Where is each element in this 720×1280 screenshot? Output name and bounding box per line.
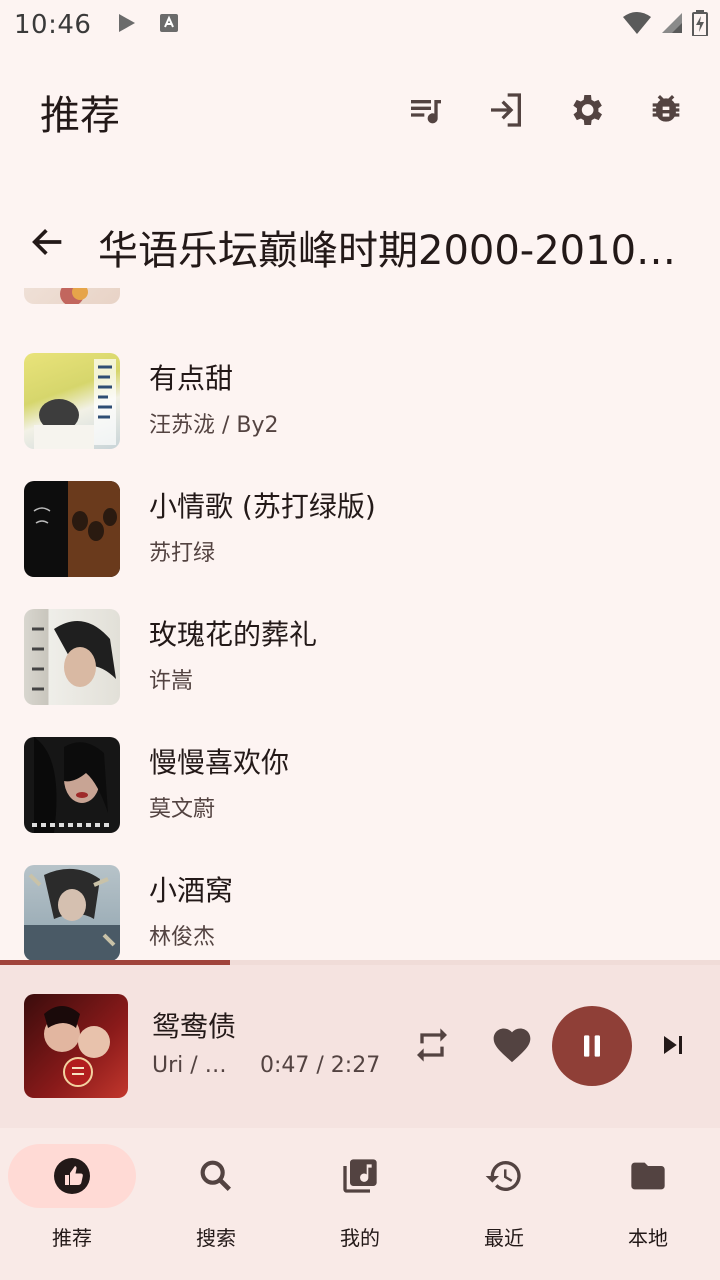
song-artist: 林俊杰 <box>149 925 216 950</box>
nav-item-search[interactable]: 搜索 <box>152 1144 280 1264</box>
song-cover <box>24 865 120 960</box>
bottom-navigation: 推荐 搜索 我的 最近 本地 <box>0 1128 720 1280</box>
now-playing-artist: Uri / … <box>152 1053 227 1078</box>
song-artist: 苏打绿 <box>149 541 216 566</box>
song-cover <box>24 609 120 705</box>
app-bar: 推荐 <box>0 70 720 154</box>
now-playing-title: 鸳鸯债 <box>152 1010 237 1043</box>
song-title: 玫瑰花的葬礼 <box>149 618 318 651</box>
list-item[interactable]: 小酒窝 林俊杰 <box>0 865 720 960</box>
song-cover <box>24 353 120 449</box>
playlist-title: 华语乐坛巅峰时期2000-2010年代华语金曲 <box>98 228 688 274</box>
song-list[interactable]: 有点甜 汪苏泷 / By2 小情歌 (苏打绿版) 苏打绿 玫瑰花的葬礼 许嵩 慢… <box>0 288 720 960</box>
wifi-icon <box>622 11 652 39</box>
nav-label: 搜索 <box>196 1226 236 1250</box>
song-cover <box>24 481 120 577</box>
song-cover <box>24 288 120 304</box>
repeat-icon[interactable] <box>412 1025 452 1065</box>
song-artist: 莫文蔚 <box>149 797 216 822</box>
cell-signal-icon <box>660 11 684 39</box>
play-store-notification-icon <box>117 12 137 38</box>
settings-icon[interactable] <box>566 90 606 130</box>
login-icon[interactable] <box>486 90 526 130</box>
nav-label: 推荐 <box>52 1226 92 1250</box>
bug-icon[interactable] <box>646 90 686 130</box>
song-title: 慢慢喜欢你 <box>149 746 290 779</box>
now-playing-time: 0:47 / 2:27 <box>260 1053 381 1078</box>
song-artist: 汪苏泷 / By2 <box>149 413 279 438</box>
song-cover <box>24 737 120 833</box>
now-playing-cover <box>24 994 128 1098</box>
pause-button[interactable] <box>552 1006 632 1086</box>
history-icon <box>485 1161 521 1191</box>
favorite-icon[interactable] <box>490 1023 534 1067</box>
nav-item-recommend[interactable]: 推荐 <box>8 1144 136 1264</box>
list-item[interactable] <box>0 288 720 336</box>
song-title: 有点甜 <box>149 362 234 395</box>
back-arrow-icon[interactable] <box>28 222 68 262</box>
song-title: 小酒窝 <box>149 874 234 907</box>
battery-icon <box>692 10 708 40</box>
nav-label: 最近 <box>484 1226 524 1250</box>
list-item[interactable]: 小情歌 (苏打绿版) 苏打绿 <box>0 481 720 609</box>
nav-item-local[interactable]: 本地 <box>584 1144 712 1264</box>
list-item[interactable]: 玫瑰花的葬礼 许嵩 <box>0 609 720 737</box>
queue-music-icon[interactable] <box>406 90 446 130</box>
thumb-up-icon <box>54 1158 90 1194</box>
library-music-icon <box>343 1159 377 1193</box>
song-title: 小情歌 (苏打绿版) <box>149 490 376 523</box>
nav-item-recent[interactable]: 最近 <box>440 1144 568 1264</box>
page-title: 推荐 <box>40 93 120 139</box>
playlist-header: 华语乐坛巅峰时期2000-2010年代华语金曲 <box>0 210 720 274</box>
nav-item-mine[interactable]: 我的 <box>296 1144 424 1264</box>
nav-label: 本地 <box>628 1226 668 1250</box>
status-bar: 10:46 <box>0 0 720 50</box>
mini-player[interactable]: 鸳鸯债 Uri / … 0:47 / 2:27 <box>0 965 720 1128</box>
nav-label: 我的 <box>340 1226 380 1250</box>
skip-next-icon[interactable] <box>655 1027 691 1063</box>
status-time: 10:46 <box>14 10 92 40</box>
folder-icon <box>631 1162 665 1190</box>
song-artist: 许嵩 <box>149 669 194 694</box>
search-icon <box>200 1160 231 1191</box>
list-item[interactable]: 有点甜 汪苏泷 / By2 <box>0 353 720 481</box>
keyboard-notification-icon <box>159 13 179 37</box>
list-item[interactable]: 慢慢喜欢你 莫文蔚 <box>0 737 720 865</box>
pause-icon <box>584 1035 600 1057</box>
